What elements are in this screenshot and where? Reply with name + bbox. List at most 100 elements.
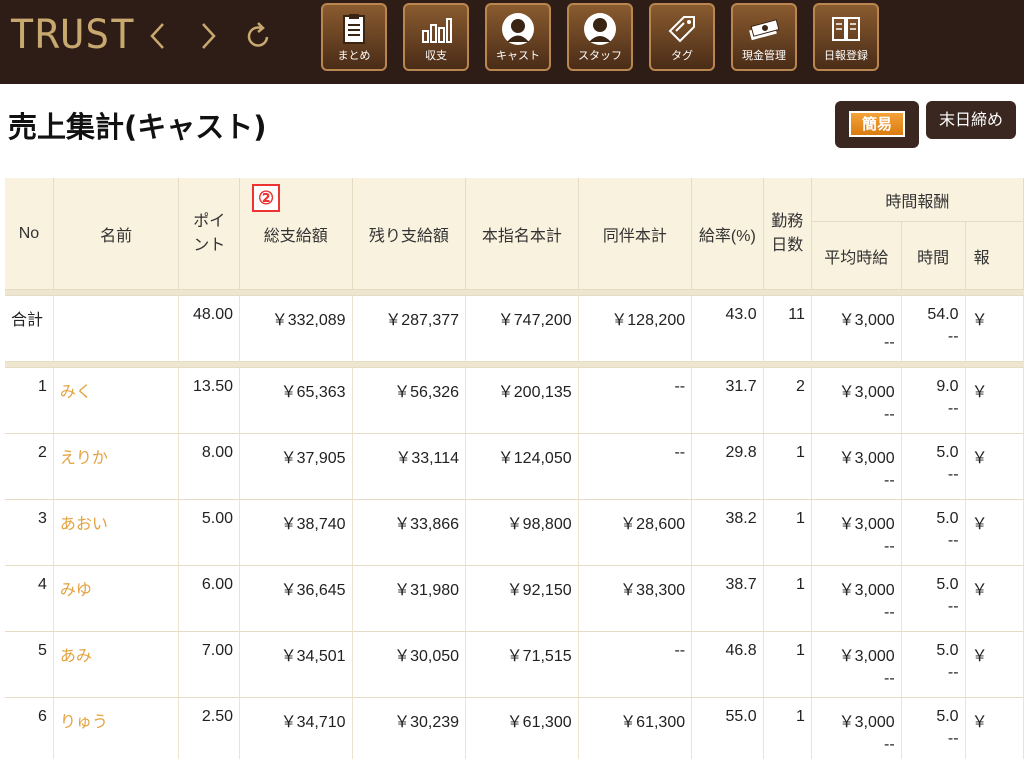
cell-avg-hourly: ￥3,000 -- — [811, 434, 902, 500]
cell-rate: 55.0 — [692, 698, 764, 759]
cell-avg-hourly: ￥3,000 -- — [811, 632, 902, 698]
cast-name-link[interactable]: あおい — [53, 500, 180, 566]
cell-remaining-pay: ￥287,377 — [352, 296, 467, 362]
cast-name-link[interactable]: みゆ — [53, 566, 180, 632]
cell-douhan: -- — [578, 434, 693, 500]
cell-no: 5 — [5, 632, 54, 698]
chevron-left-icon — [150, 23, 164, 49]
cell-points: 8.00 — [179, 434, 241, 500]
cell-cut: ￥ — [965, 500, 1024, 566]
cell-hours: 5.0 -- — [901, 632, 966, 698]
cell-remaining-pay: ￥30,239 — [352, 698, 467, 759]
cell-no: 1 — [5, 368, 54, 434]
cell-workdays: 11 — [763, 296, 812, 362]
cell-no: 2 — [5, 434, 54, 500]
hours-value: 5.0 — [936, 444, 959, 461]
table-row[interactable]: 1 みく 13.50 ￥65,363 ￥56,326 ￥200,135 -- 31.7 2 ￥3,… — [5, 368, 1024, 434]
cell-douhan: ￥38,300 — [578, 566, 693, 632]
avg-hourly-sub: -- — [884, 472, 895, 489]
hours-sub: -- — [947, 598, 959, 615]
avg-hourly-value: ￥3,000 — [838, 714, 895, 731]
table-row[interactable]: 4 みゆ 6.00 ￥36,645 ￥31,980 ￥92,150 ￥38,300 38.7 1… — [5, 566, 1024, 632]
cell-points: 13.50 — [179, 368, 241, 434]
nav-button-income[interactable]: 収支 — [403, 3, 469, 71]
cell-hours: 5.0 -- — [901, 500, 966, 566]
cast-name-link[interactable]: りゅう — [53, 698, 180, 759]
hours-sub: -- — [947, 328, 959, 345]
avg-hourly-sub: -- — [884, 670, 895, 687]
cell-cut: ￥ — [965, 566, 1024, 632]
simple-view-button[interactable]: 簡易 — [835, 101, 919, 148]
cell-rate: 38.2 — [692, 500, 764, 566]
nav-button-staff[interactable]: スタッフ — [567, 3, 633, 71]
cell-cut: ￥ — [965, 632, 1024, 698]
header-points-label: ポイント — [193, 212, 226, 254]
nav-button-label: 日報登録 — [824, 49, 868, 62]
table-row[interactable]: 3 あおい 5.00 ￥38,740 ￥33,866 ￥98,800 ￥28,600 38.2… — [5, 500, 1024, 566]
header-workdays: 勤務日数 — [763, 178, 812, 290]
header-total-pay: ② 総支給額 — [240, 178, 353, 290]
nav-button-cast[interactable]: キャスト — [485, 3, 551, 71]
cell-douhan: -- — [578, 368, 693, 434]
cell-honshimei: ￥200,135 — [466, 368, 579, 434]
total-label: 合計 — [5, 296, 54, 362]
reload-button[interactable] — [244, 18, 274, 54]
sales-table-container[interactable]: No 名前 ポイント ② 総支給額 残り支給額 本指名本計 同伴本計 給率(%)… — [5, 178, 1024, 759]
nav-button-summary[interactable]: まとめ — [321, 3, 387, 71]
header-avg-hourly: 平均時給 — [811, 222, 902, 290]
header-hourly-group: 時間報酬 — [811, 178, 1024, 222]
forward-button[interactable] — [193, 18, 223, 54]
nav-button-cash[interactable]: 現金管理 — [731, 3, 797, 71]
table-row[interactable]: 2 えりか 8.00 ￥37,905 ￥33,114 ￥124,050 -- 29.8 1 ￥3,… — [5, 434, 1024, 500]
cell-remaining-pay: ￥30,050 — [352, 632, 467, 698]
nav-button-label: 収支 — [425, 49, 447, 62]
hours-sub: -- — [947, 532, 959, 549]
nav-button-daily-report[interactable]: 日報登録 — [813, 3, 879, 71]
avg-hourly-value: ￥3,000 — [838, 582, 895, 599]
cell-workdays: 1 — [763, 698, 812, 759]
cell-honshimei: ￥71,515 — [466, 632, 579, 698]
app-logo[interactable]: TRUST — [10, 12, 135, 58]
table-row[interactable]: 6 りゅう 2.50 ￥34,710 ￥30,239 ￥61,300 ￥61,300 55.0… — [5, 698, 1024, 759]
cell-total-pay: ￥65,363 — [240, 368, 353, 434]
cell-honshimei: ￥747,200 — [466, 296, 579, 362]
cast-name-link[interactable]: えりか — [53, 434, 180, 500]
cast-name-link[interactable]: みく — [53, 368, 180, 434]
cell-douhan: -- — [578, 632, 693, 698]
cell-workdays: 2 — [763, 368, 812, 434]
cell-remaining-pay: ￥33,114 — [352, 434, 467, 500]
cell-rate: 46.8 — [692, 632, 764, 698]
hours-value: 5.0 — [936, 510, 959, 527]
avg-hourly-value: ￥3,000 — [838, 312, 895, 329]
cell-total-pay: ￥34,501 — [240, 632, 353, 698]
book-icon — [832, 17, 860, 41]
cash-icon — [749, 19, 780, 41]
cell-total-pay: ￥332,089 — [240, 296, 353, 362]
header-total-pay-label: 総支給額 — [263, 227, 328, 245]
table-row[interactable]: 5 あみ 7.00 ￥34,501 ￥30,050 ￥71,515 -- 46.8 1 ￥3,00… — [5, 632, 1024, 698]
header-workdays-label: 勤務日数 — [771, 212, 804, 254]
cast-rows: 1 みく 13.50 ￥65,363 ￥56,326 ￥200,135 -- 31.7 2 ￥3,… — [5, 368, 1024, 759]
cell-workdays: 1 — [763, 632, 812, 698]
cell-total-pay: ￥38,740 — [240, 500, 353, 566]
avg-hourly-value: ￥3,000 — [838, 384, 895, 401]
cell-avg-hourly: ￥3,000 -- — [811, 368, 902, 434]
cell-hours: 5.0 -- — [901, 698, 966, 759]
tag-icon — [668, 16, 695, 43]
staff-person-icon — [584, 13, 616, 45]
cast-name-link[interactable]: あみ — [53, 632, 180, 698]
clipboard-icon — [343, 14, 365, 44]
header-remaining-pay: 残り支給額 — [352, 178, 467, 290]
nav-button-label: タグ — [671, 49, 693, 62]
month-end-closing-button[interactable]: 末日締め — [926, 101, 1016, 139]
chevron-right-icon — [202, 23, 216, 49]
cell-workdays: 1 — [763, 500, 812, 566]
cast-sales-table: No 名前 ポイント ② 総支給額 残り支給額 本指名本計 同伴本計 給率(%)… — [5, 178, 1024, 759]
cell-points: 7.00 — [179, 632, 241, 698]
back-button[interactable] — [143, 18, 173, 54]
cell-avg-hourly: ￥3,000 -- — [811, 566, 902, 632]
hours-sub: -- — [947, 400, 959, 417]
hours-sub: -- — [947, 466, 959, 483]
nav-button-tag[interactable]: タグ — [649, 3, 715, 71]
avg-hourly-sub: -- — [884, 604, 895, 621]
